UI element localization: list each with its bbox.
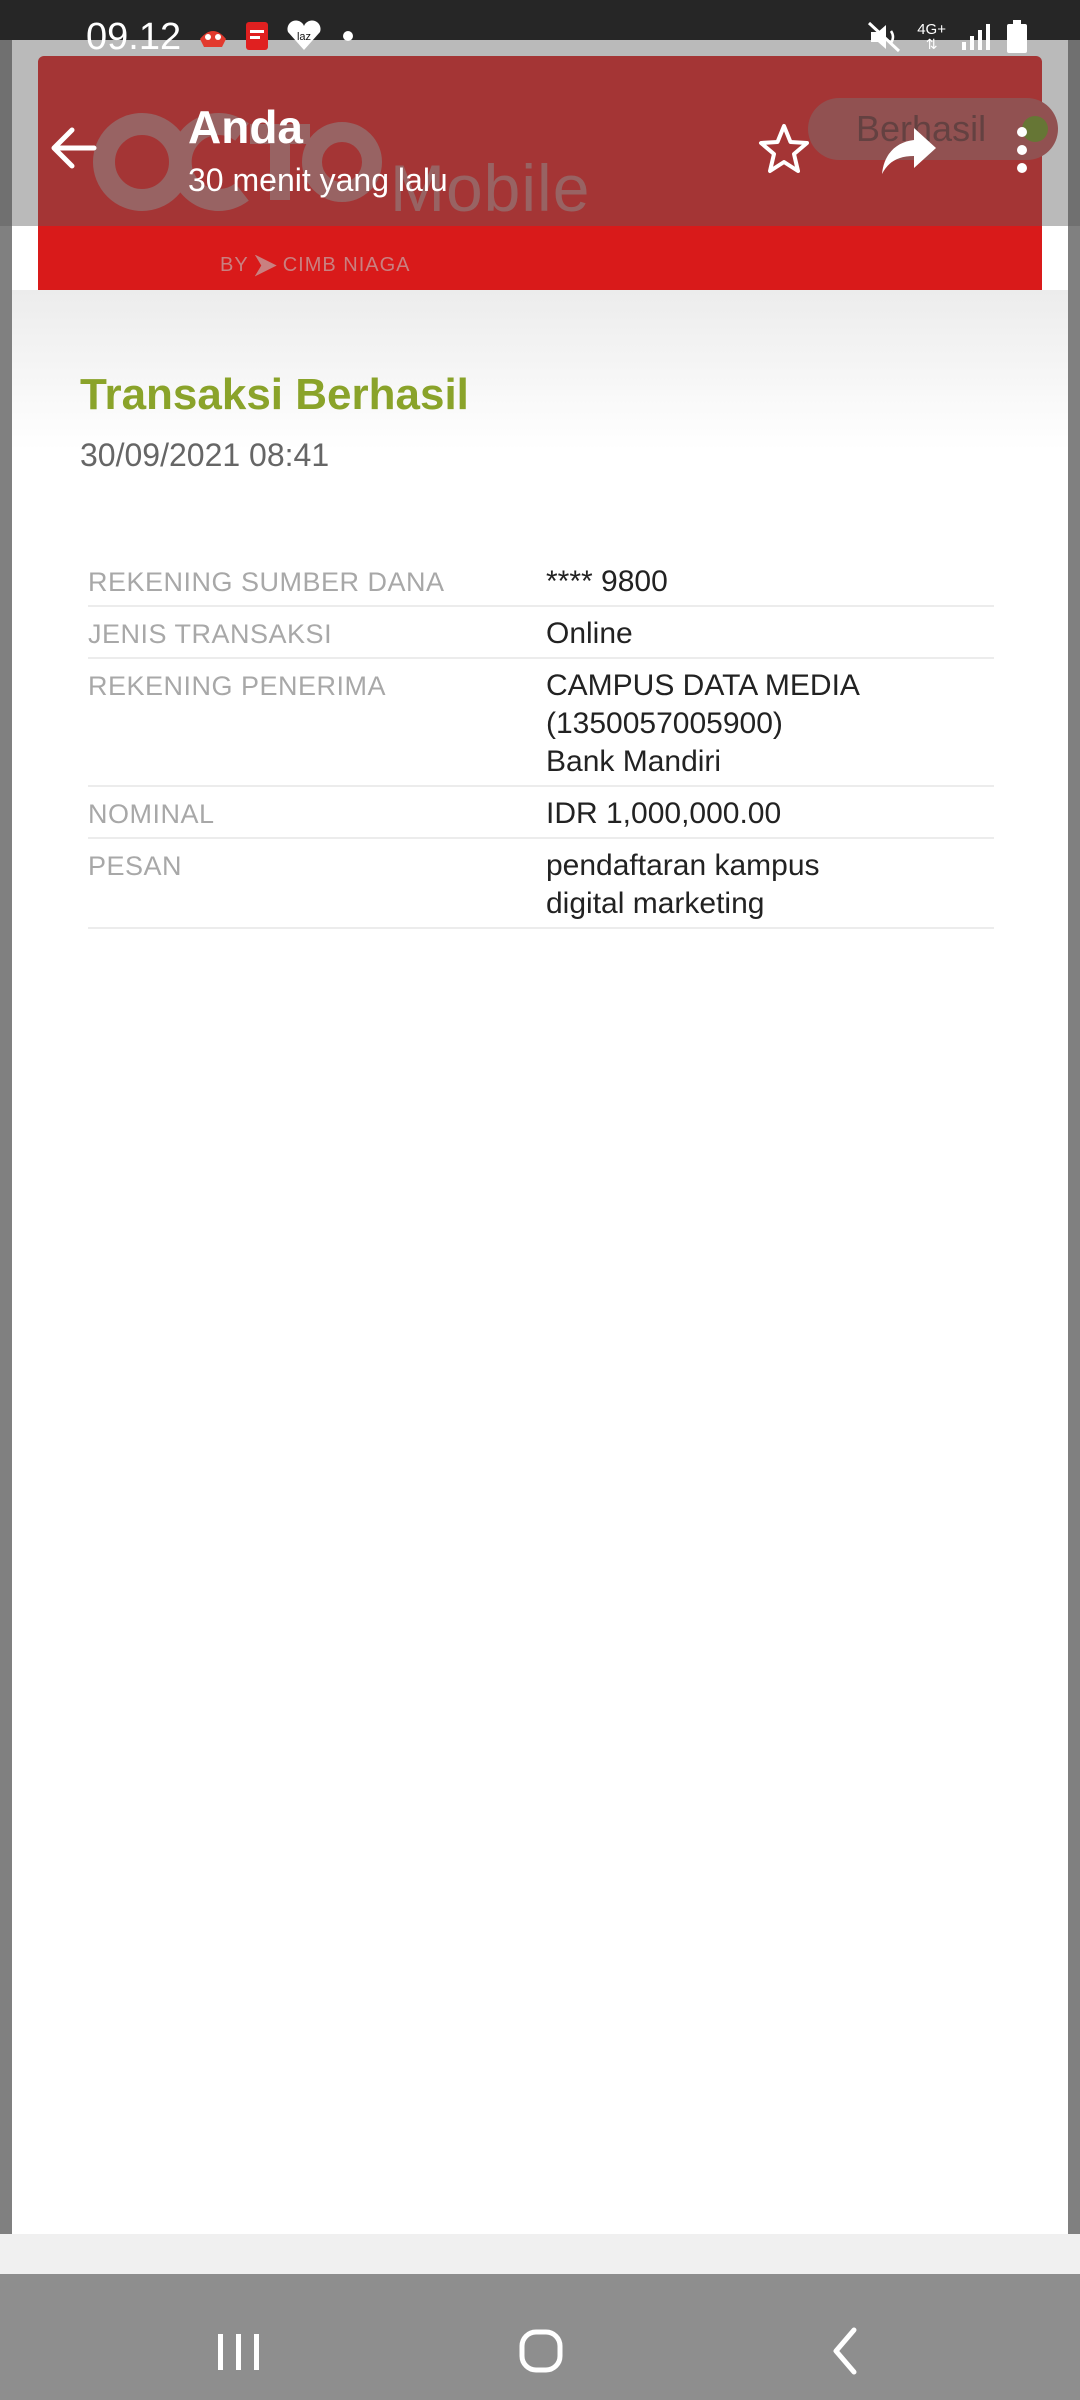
detail-value-line: Bank Mandiri (546, 745, 722, 778)
system-icons: 4G+ ⇅ (867, 20, 1028, 54)
status-time: 09.12 (86, 16, 182, 58)
system-back-button[interactable] (800, 2304, 890, 2394)
sender-name: Anda (188, 101, 303, 153)
receipt-image: Mobile BY CIMB NIAGA Berhasil Transaksi … (12, 40, 1068, 2234)
detail-value: IDR 1,000,000.00 (546, 795, 994, 833)
home-button[interactable] (496, 2304, 586, 2394)
more-notifications-icon (343, 31, 353, 41)
network-type-icon: 4G+ ⇅ (917, 21, 946, 52)
detail-label: REKENING SUMBER DANA (88, 567, 445, 597)
lazada-app-icon: laz (287, 20, 321, 50)
arrow-left-icon (51, 127, 97, 169)
detail-label: PESAN (88, 851, 183, 881)
detail-row-source-account: REKENING SUMBER DANA **** 9800 (88, 555, 994, 607)
share-button[interactable] (878, 118, 942, 182)
detail-value-line: (1350057005900) (546, 707, 783, 740)
navigation-bar (0, 2274, 1080, 2400)
detail-value-line: IDR 1,000,000.00 (546, 797, 782, 830)
detail-value-line: CAMPUS DATA MEDIA (546, 669, 860, 702)
detail-label: NOMINAL (88, 799, 215, 829)
viewer-bottom-strip (0, 2234, 1080, 2274)
signal-icon (962, 24, 990, 50)
detail-label: REKENING PENERIMA (88, 671, 387, 701)
game-app-icon (200, 31, 226, 47)
brand-bank-text: CIMB NIAGA (282, 254, 411, 276)
detail-value-line: **** 9800 (546, 565, 668, 598)
back-arrow-button[interactable] (44, 118, 104, 178)
star-button[interactable] (752, 118, 816, 182)
detail-value: CAMPUS DATA MEDIA (1350057005900) Bank M… (546, 667, 994, 781)
receipt-title: Transaksi Berhasil (80, 370, 469, 419)
detail-row-recipient-account: REKENING PENERIMA CAMPUS DATA MEDIA (135… (88, 659, 994, 787)
detail-row-message: PESAN pendaftaran kampus digital marketi… (88, 839, 994, 929)
detail-value-line: Online (546, 617, 633, 650)
chevron-left-icon (833, 2327, 857, 2375)
sent-time-ago: 30 menit yang lalu (188, 162, 448, 198)
detail-value-line: pendaftaran kampus (546, 849, 820, 882)
star-icon (759, 124, 809, 173)
recent-apps-icon (218, 2334, 259, 2370)
detail-value-line: digital marketing (546, 887, 765, 920)
notification-icons: laz (196, 20, 358, 52)
detail-label: JENIS TRANSAKSI (88, 619, 333, 649)
detail-value: pendaftaran kampus digital marketing (546, 847, 994, 923)
pdf-app-icon (246, 22, 268, 50)
recent-apps-button[interactable] (194, 2304, 284, 2394)
status-bar: 09.12 laz 4G+ ⇅ (0, 0, 1080, 76)
brand-byline: BY CIMB NIAGA (220, 254, 410, 277)
share-arrow-icon (882, 128, 936, 174)
transaction-details: REKENING SUMBER DANA **** 9800 JENIS TRA… (88, 555, 994, 929)
receipt-datetime: 30/09/2021 08:41 (80, 437, 330, 473)
more-vertical-icon (1017, 127, 1027, 173)
network-type-label: 4G+ (917, 21, 946, 38)
detail-row-transaction-type: JENIS TRANSAKSI Online (88, 607, 994, 659)
detail-row-amount: NOMINAL IDR 1,000,000.00 (88, 787, 994, 839)
brand-by-text: BY (220, 254, 249, 276)
mute-icon (868, 21, 901, 53)
detail-value: Online (546, 615, 994, 653)
detail-value: **** 9800 (546, 563, 994, 601)
home-icon (519, 2329, 563, 2373)
svg-text:laz: laz (297, 31, 311, 43)
battery-icon (1007, 20, 1027, 53)
more-options-button[interactable] (1002, 118, 1066, 182)
cimb-logo-icon (254, 254, 277, 277)
